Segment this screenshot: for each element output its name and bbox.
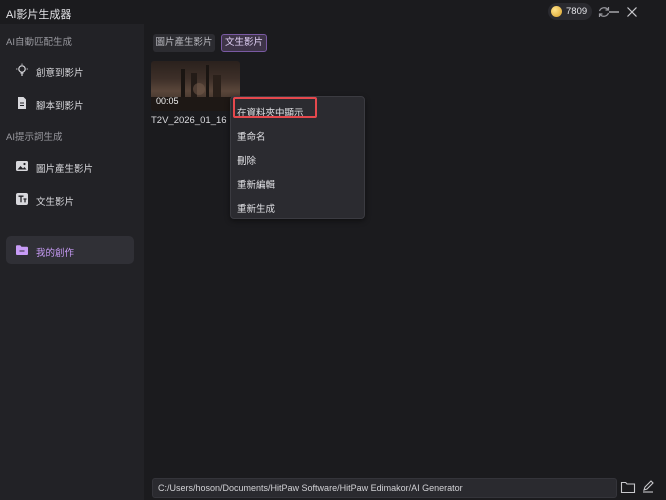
output-path-text: C:/Users/hoson/Documents/HitPaw Software…	[158, 483, 463, 493]
title-bar: AI影片生成器 7809	[0, 0, 666, 24]
document-icon	[18, 97, 26, 109]
image-icon	[16, 161, 28, 171]
sidebar: AI自動匹配生成 創意到影片 腳本到影片 AI提示詞生成 圖片產生影片 文生影片…	[0, 24, 144, 500]
lightbulb-icon	[16, 63, 28, 76]
close-icon[interactable]	[624, 4, 640, 20]
menu-item-delete[interactable]: 刪除	[237, 153, 256, 167]
sidebar-section-auto: AI自動匹配生成	[6, 37, 72, 48]
sidebar-item-label: 創意到影片	[36, 68, 84, 79]
text-icon	[16, 193, 28, 205]
coin-icon	[551, 6, 562, 17]
sidebar-item-label: 文生影片	[36, 197, 75, 208]
credits-value: 7809	[566, 6, 588, 17]
sidebar-item-label: 我的創作	[36, 248, 75, 259]
video-name: T2V_2026_01_16	[151, 115, 227, 126]
open-folder-icon[interactable]	[620, 480, 636, 494]
credits-badge[interactable]: 7809	[548, 3, 592, 20]
menu-item-re-edit[interactable]: 重新編輯	[237, 177, 275, 191]
edit-icon[interactable]	[641, 479, 655, 493]
sidebar-item-image-to-video[interactable]: 圖片產生影片	[6, 152, 134, 180]
sidebar-item-idea-to-video[interactable]: 創意到影片	[6, 56, 134, 84]
output-path-field[interactable]: C:/Users/hoson/Documents/HitPaw Software…	[152, 478, 617, 498]
main-panel: 圖片產生影片 文生影片 00:05 T2V_2026_01_16 在資料夾中顯示…	[144, 24, 666, 500]
video-thumbnail[interactable]: 00:05	[151, 61, 240, 111]
tab-image-to-video[interactable]: 圖片產生影片	[153, 34, 215, 52]
sidebar-item-label: 腳本到影片	[36, 101, 84, 112]
sidebar-item-my-creations[interactable]: 我的創作	[6, 236, 134, 264]
menu-item-regenerate[interactable]: 重新生成	[237, 201, 275, 215]
app-title: AI影片生成器	[6, 9, 72, 21]
highlight-box	[233, 97, 317, 118]
sidebar-section-prompt: AI提示詞生成	[6, 132, 63, 143]
sidebar-item-label: 圖片產生影片	[36, 164, 94, 175]
menu-item-rename[interactable]: 重命名	[237, 129, 266, 143]
folder-icon	[16, 245, 28, 255]
tab-text-to-video[interactable]: 文生影片	[221, 34, 267, 52]
sidebar-item-script-to-video[interactable]: 腳本到影片	[6, 89, 134, 117]
minimize-icon[interactable]	[606, 4, 622, 20]
video-duration: 00:05	[156, 96, 179, 106]
sidebar-item-text-to-video[interactable]: 文生影片	[6, 185, 134, 213]
